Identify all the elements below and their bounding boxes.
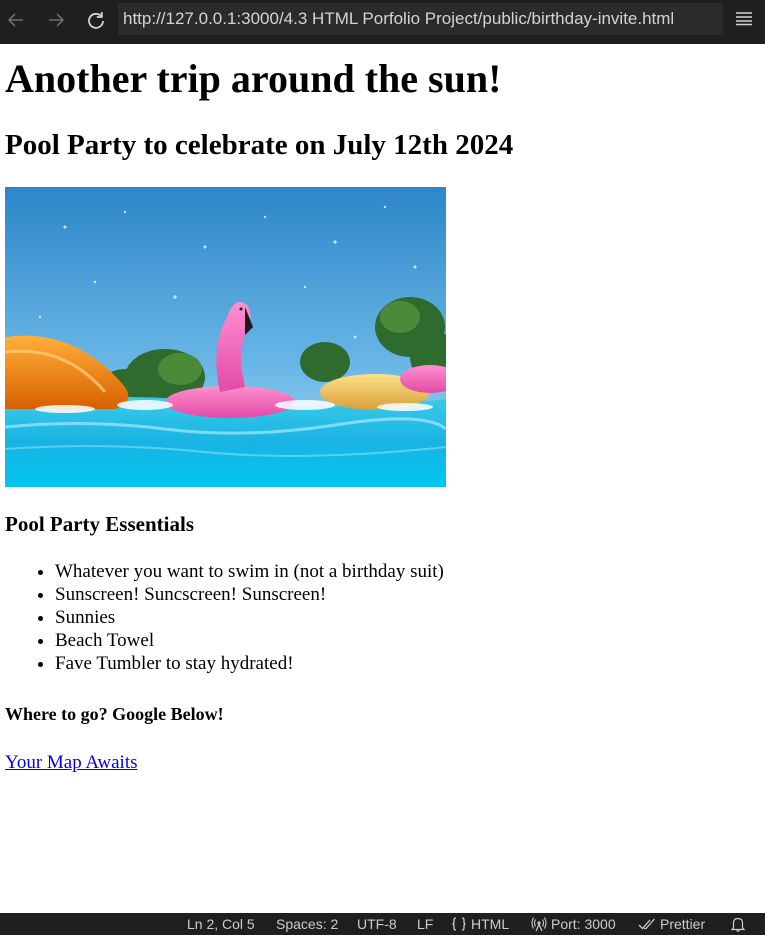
live-server-port[interactable]: Port: 3000	[531, 913, 616, 935]
page-title: Another trip around the sun!	[5, 56, 502, 101]
language-mode[interactable]: HTML	[451, 913, 509, 935]
port-label: Port: 3000	[551, 916, 616, 932]
arrow-right-icon	[47, 12, 65, 28]
formatter-label: Prettier	[660, 916, 706, 932]
arrow-left-icon	[7, 12, 25, 28]
double-check-icon	[638, 917, 656, 931]
party-date-heading: Pool Party to celebrate on July 12th 202…	[5, 129, 514, 161]
eol-setting[interactable]: LF	[417, 913, 433, 935]
cursor-position[interactable]: Ln 2, Col 5	[187, 913, 255, 935]
indentation-label: Spaces: 2	[276, 916, 339, 932]
essentials-heading: Pool Party Essentials	[5, 512, 194, 536]
reload-icon	[86, 10, 106, 30]
eol-label: LF	[417, 916, 434, 932]
back-button[interactable]	[1, 6, 31, 34]
url-text: http://127.0.0.1:3000/4.3 HTML Porfolio …	[123, 9, 675, 28]
address-bar[interactable]: http://127.0.0.1:3000/4.3 HTML Porfolio …	[118, 3, 723, 35]
hamburger-menu-icon	[735, 10, 753, 31]
indentation-setting[interactable]: Spaces: 2	[276, 913, 338, 935]
bell-icon	[730, 916, 746, 932]
language-label: HTML	[471, 916, 510, 932]
forward-button[interactable]	[41, 6, 71, 34]
cursor-position-label: Ln 2, Col 5	[187, 916, 255, 932]
browser-toolbar: http://127.0.0.1:3000/4.3 HTML Porfolio …	[0, 0, 765, 44]
essentials-list: Whatever you want to swim in (not a birt…	[5, 560, 444, 675]
list-item: Beach Towel	[55, 629, 444, 652]
reload-button[interactable]	[81, 6, 111, 34]
pool-party-image	[5, 187, 446, 487]
menu-button[interactable]	[730, 6, 758, 34]
broadcast-icon	[531, 916, 547, 932]
list-item: Sunscreen! Suncscreen! Sunscreen!	[55, 583, 444, 606]
encoding-setting[interactable]: UTF-8	[357, 913, 397, 935]
status-bar: Ln 2, Col 5 Spaces: 2 UTF-8 LF HTML Port…	[0, 913, 765, 935]
braces-icon	[451, 916, 467, 932]
list-item: Fave Tumbler to stay hydrated!	[55, 652, 444, 675]
list-item: Whatever you want to swim in (not a birt…	[55, 560, 444, 583]
notifications-button[interactable]	[730, 913, 746, 935]
map-link[interactable]: Your Map Awaits	[5, 751, 138, 775]
where-heading: Where to go? Google Below!	[5, 704, 224, 724]
prettier-formatter[interactable]: Prettier	[638, 913, 705, 935]
list-item: Sunnies	[55, 606, 444, 629]
encoding-label: UTF-8	[357, 916, 397, 932]
